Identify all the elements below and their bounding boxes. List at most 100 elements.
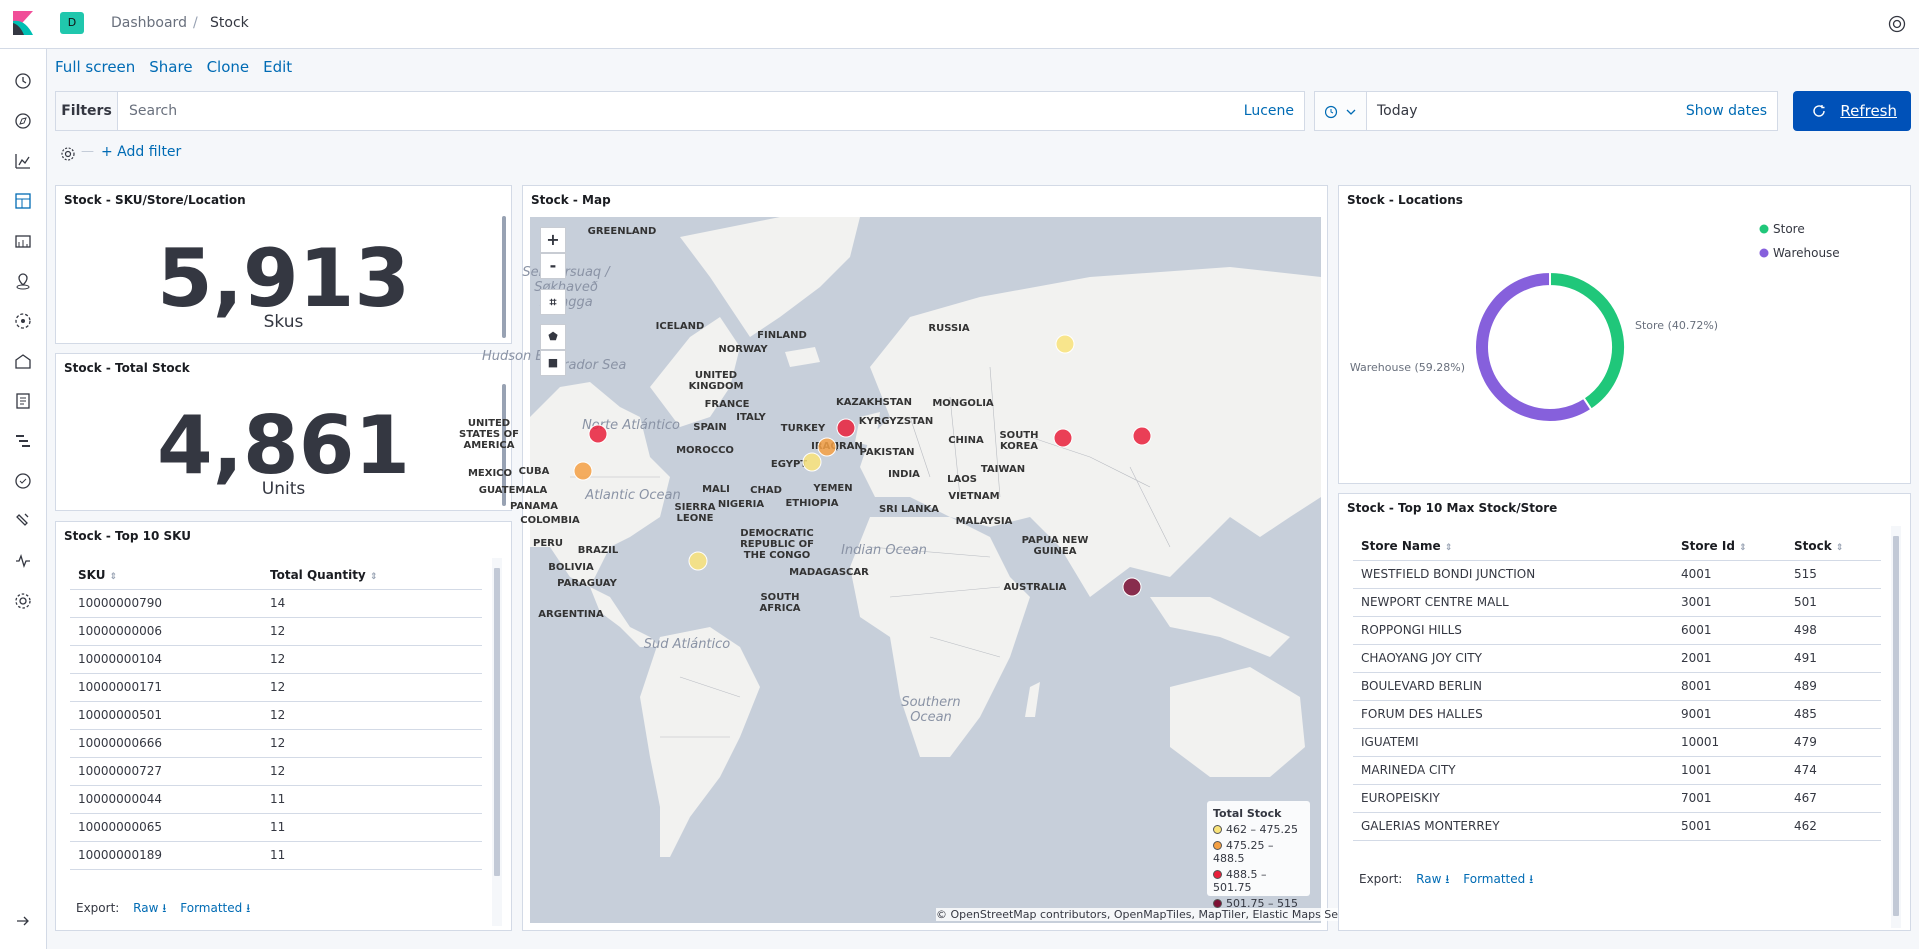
table-cell: 2001: [1673, 644, 1786, 673]
discover-icon[interactable]: [13, 111, 33, 131]
column-header-sku[interactable]: SKU ⇕: [70, 561, 262, 590]
column-header-store-id[interactable]: Store Id ⇕: [1673, 532, 1786, 561]
collapse-nav-arrow-icon[interactable]: [13, 911, 33, 931]
scrollbar-track[interactable]: [492, 558, 502, 926]
share-link[interactable]: Share: [149, 58, 192, 76]
map-marker[interactable]: [688, 551, 708, 571]
scrollbar-thumb[interactable]: [494, 568, 500, 876]
table-cell: 479: [1786, 728, 1881, 757]
maps-icon[interactable]: [13, 271, 33, 291]
infrastructure-icon[interactable]: [13, 351, 33, 371]
table-row: 10000000189 11: [70, 841, 482, 870]
table-cell: 6001: [1673, 616, 1786, 645]
export-label: Export:: [76, 901, 120, 915]
table-row: 10000000044 11: [70, 785, 482, 814]
uptime-icon[interactable]: [13, 471, 33, 491]
logs-icon[interactable]: [13, 391, 33, 411]
table-cell: 12: [262, 617, 482, 646]
dashboard-icon[interactable]: [13, 191, 33, 211]
top-store-table: Store Name ⇕ Store Id ⇕ Stock ⇕ WESTFIEL…: [1353, 532, 1881, 841]
export-formatted-link[interactable]: Formatted ⭳: [180, 901, 250, 915]
metric-label: Units: [261, 479, 306, 499]
table-cell: 467: [1786, 784, 1881, 813]
breadcrumb-dashboard[interactable]: Dashboard: [111, 15, 187, 31]
column-header-stock[interactable]: Stock ⇕: [1786, 532, 1881, 561]
table-cell: BOULEVARD BERLIN: [1353, 672, 1673, 701]
scrollbar-track[interactable]: [1891, 526, 1901, 928]
map-marker[interactable]: [1055, 334, 1075, 354]
donut-slice-store[interactable]: [1549, 270, 1626, 411]
scrollbar-thumb[interactable]: [1893, 536, 1899, 916]
table-cell: 12: [262, 701, 482, 730]
export-raw-link[interactable]: Raw ⭳: [1416, 872, 1449, 886]
metric-value: 5,913: [156, 232, 411, 325]
donut-data-label: Store (40.72%): [1635, 319, 1718, 332]
map-marker[interactable]: [588, 424, 608, 444]
table-cell: CHAOYANG JOY CITY: [1353, 644, 1673, 673]
map-marker[interactable]: [1132, 426, 1152, 446]
calendar-clock-icon: [1325, 105, 1356, 119]
dev-tools-icon[interactable]: [13, 511, 33, 531]
table-cell: EUROPEISKIY: [1353, 784, 1673, 813]
ml-icon[interactable]: [13, 311, 33, 331]
map-marker[interactable]: [802, 452, 822, 472]
map-marker[interactable]: [836, 418, 856, 438]
filter-options-gear-icon[interactable]: [60, 146, 76, 162]
legend-swatch: [1213, 899, 1222, 908]
date-range-value[interactable]: Today: [1377, 103, 1418, 119]
table-row: 10000000065 11: [70, 813, 482, 842]
export-label: Export:: [1359, 872, 1403, 886]
canvas-icon[interactable]: [13, 231, 33, 251]
metric-label: Skus: [263, 312, 304, 332]
export-formatted-link[interactable]: Formatted ⭳: [1463, 872, 1533, 886]
visualize-icon[interactable]: [13, 151, 33, 171]
full-screen-link[interactable]: Full screen: [55, 58, 135, 76]
map-attribution[interactable]: © OpenStreetMap contributors, OpenMapTil…: [936, 908, 1365, 921]
map-marker[interactable]: [1122, 577, 1142, 597]
map-marker[interactable]: [817, 437, 837, 457]
legend-item-store[interactable]: Store: [1773, 222, 1805, 236]
map-marker[interactable]: [1053, 428, 1073, 448]
kibana-logo-icon[interactable]: [11, 11, 35, 35]
refresh-icon: [1813, 105, 1825, 117]
legend-swatch: [1759, 248, 1769, 258]
clock-icon[interactable]: [13, 71, 33, 91]
legend-item-warehouse[interactable]: Warehouse: [1773, 246, 1840, 260]
table-row: 10000000104 12: [70, 645, 482, 674]
help-icon[interactable]: [1887, 14, 1907, 34]
clone-link[interactable]: Clone: [207, 58, 250, 76]
table-cell: ROPPONGI HILLS: [1353, 616, 1673, 645]
column-header-store-name[interactable]: Store Name ⇕: [1353, 532, 1673, 561]
add-filter-button[interactable]: + Add filter: [101, 144, 181, 160]
table-cell: MARINEDA CITY: [1353, 756, 1673, 785]
top-sku-table: SKU ⇕ Total Quantity ⇕ 10000000790 14 1000…: [70, 561, 482, 870]
query-language-button[interactable]: Lucene: [1244, 103, 1294, 119]
panel-title: Stock - Top 10 SKU: [64, 529, 192, 543]
table-cell: 10000000790: [70, 589, 262, 618]
table-cell: 491: [1786, 644, 1881, 673]
apm-icon[interactable]: [13, 431, 33, 451]
table-cell: 10000000727: [70, 757, 262, 786]
table-cell: 8001: [1673, 672, 1786, 701]
table-cell: 7001: [1673, 784, 1786, 813]
table-row: NEWPORT CENTRE MALL 3001 501: [1353, 588, 1881, 617]
metric-value: 4,861: [156, 399, 411, 492]
top-header: D Dashboard / Stock: [0, 0, 1919, 49]
column-header-total-quantity[interactable]: Total Quantity ⇕: [262, 561, 482, 590]
locations-donut-chart: Store (40.72%) Warehouse (59.28%) Store War…: [1350, 222, 1840, 423]
filters-label[interactable]: Filters: [56, 92, 118, 130]
export-raw-link[interactable]: Raw ⭳: [133, 901, 166, 915]
monitoring-icon[interactable]: [13, 551, 33, 571]
table-cell: 4001: [1673, 560, 1786, 589]
management-gear-icon[interactable]: [13, 591, 33, 611]
show-dates-link[interactable]: Show dates: [1686, 103, 1767, 119]
refresh-button[interactable]: Refresh: [1793, 91, 1911, 131]
donut-slice-warehouse[interactable]: [1474, 270, 1593, 423]
scrollbar[interactable]: [502, 216, 506, 338]
quick-select-button[interactable]: [1315, 92, 1367, 130]
table-cell: 10000000065: [70, 813, 262, 842]
map-marker[interactable]: [573, 461, 593, 481]
search-input[interactable]: Search: [129, 103, 177, 119]
edit-link[interactable]: Edit: [263, 58, 292, 76]
space-avatar[interactable]: D: [60, 12, 84, 34]
